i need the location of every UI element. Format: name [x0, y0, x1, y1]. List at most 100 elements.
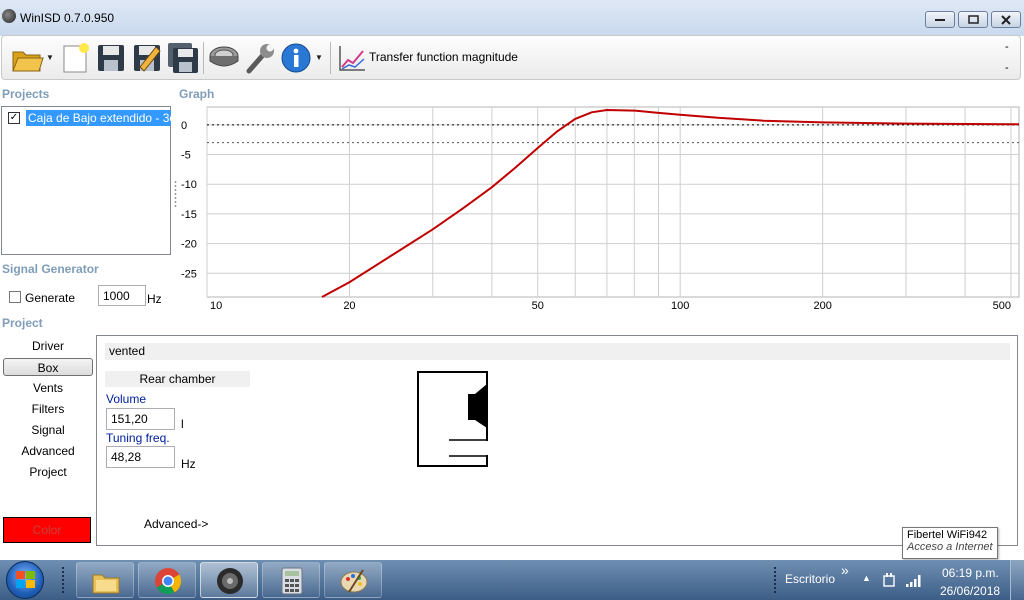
toolbar-dash-bottom: -: [1005, 62, 1009, 74]
project-color-button[interactable]: Color: [3, 517, 91, 543]
graph-type-button[interactable]: [335, 41, 369, 75]
generate-checkbox[interactable]: [9, 291, 21, 303]
nav-filters[interactable]: Filters: [3, 400, 93, 418]
graph-type-label[interactable]: Transfer function magnitude: [369, 50, 518, 64]
nav-advanced[interactable]: Advanced: [3, 442, 93, 460]
windows-taskbar: Escritorio » ▲ 06:19 p.m. 26/06/2018: [0, 560, 1024, 600]
box-type-selector[interactable]: vented: [105, 343, 1010, 360]
speaker-driver-icon: [209, 46, 239, 67]
rear-chamber-header: Rear chamber: [105, 371, 250, 387]
tuning-freq-input[interactable]: 48,28: [106, 446, 175, 468]
project-section-label: Project: [2, 316, 43, 330]
wrench-icon: [246, 44, 274, 74]
nav-box[interactable]: Box: [3, 358, 93, 376]
chrome-icon: [155, 568, 182, 595]
new-document-icon: [63, 43, 89, 73]
folder-icon: [92, 574, 120, 594]
project-name[interactable]: Caja de Bajo extendido - 3c: [26, 110, 171, 126]
open-dropdown-arrow[interactable]: ▼: [46, 53, 54, 62]
info-dropdown-arrow[interactable]: ▼: [315, 53, 323, 62]
minimize-button[interactable]: [925, 11, 955, 28]
volume-value: 151,20: [111, 412, 148, 426]
toolbar-separator: [203, 42, 204, 74]
x-tick-label: 50: [532, 300, 544, 312]
desktop-toolbar-label[interactable]: Escritorio: [785, 572, 835, 586]
box-settings-panel: vented Rear chamber Volume 151,20 l Tuni…: [96, 335, 1018, 546]
nav-project[interactable]: Project: [3, 463, 93, 481]
project-visible-checkbox[interactable]: ✓: [8, 112, 20, 124]
tuning-freq-label: Tuning freq.: [106, 431, 170, 445]
desktop-toolbar-chevron[interactable]: »: [841, 562, 849, 578]
paint-palette-icon: [340, 569, 368, 593]
y-tick-label: -15: [181, 209, 197, 221]
volume-label: Volume: [106, 392, 147, 406]
taskbar-winisd[interactable]: [200, 562, 258, 598]
tuning-freq-unit: Hz: [181, 457, 196, 471]
nav-driver[interactable]: Driver: [3, 337, 93, 355]
vented-box-diagram: [417, 371, 489, 467]
signal-frequency-value: 1000: [103, 288, 130, 303]
calculator-icon: [281, 567, 303, 595]
show-desktop-button[interactable]: [1010, 560, 1024, 600]
project-list-item[interactable]: ✓ Caja de Bajo extendido - 3c: [5, 110, 171, 126]
winisd-app-icon[interactable]: [2, 9, 16, 23]
toolbar-grip[interactable]: [773, 566, 777, 594]
taskbar-calculator[interactable]: [262, 562, 320, 598]
taskbar-paint[interactable]: [324, 562, 382, 598]
y-tick-label: -20: [181, 239, 197, 251]
y-tick-label: -25: [181, 268, 197, 280]
save-as-button[interactable]: [130, 41, 164, 75]
clock-time[interactable]: 06:19 p.m.: [942, 566, 999, 580]
save-icon: [98, 45, 124, 71]
power-plug-icon[interactable]: [881, 573, 897, 588]
save-all-icon: [168, 43, 198, 73]
driver-editor-button[interactable]: [207, 41, 241, 75]
generate-label: Generate: [25, 291, 76, 305]
y-tick-label: -10: [181, 179, 197, 191]
maximize-button[interactable]: [958, 11, 988, 28]
tooltip-network-status: Acceso a Internet: [907, 541, 993, 553]
signal-frequency-input[interactable]: 1000: [98, 285, 146, 306]
x-tick-label: 200: [813, 300, 831, 312]
options-button[interactable]: [243, 41, 277, 75]
nav-signal[interactable]: Signal: [3, 421, 93, 439]
taskbar-grip[interactable]: [61, 566, 65, 594]
info-icon: [281, 43, 311, 73]
new-project-button[interactable]: [58, 41, 92, 75]
taskbar-chrome[interactable]: [138, 562, 196, 598]
projects-list[interactable]: ✓ Caja de Bajo extendido - 3c: [1, 106, 171, 255]
x-tick-label: 500: [993, 300, 1011, 312]
restore-icon: [959, 12, 987, 27]
checkmark-icon: ✓: [9, 112, 19, 123]
plot-area: [206, 106, 1020, 298]
minimize-icon: [926, 12, 954, 27]
show-hidden-icons-arrow[interactable]: ▲: [862, 573, 871, 583]
close-button[interactable]: [991, 11, 1021, 28]
network-tooltip: Fibertel WiFi942 Acceso a Internet: [902, 527, 998, 559]
title-bar: WinISD 0.7.0.950: [0, 0, 1024, 36]
signal-generator-section-label: Signal Generator: [2, 262, 99, 276]
open-folder-icon: [12, 51, 44, 72]
save-button[interactable]: [94, 41, 128, 75]
clock-date[interactable]: 26/06/2018: [940, 584, 1000, 598]
volume-input[interactable]: 151,20: [106, 408, 175, 430]
toolbar-dash-top: -: [1005, 41, 1009, 53]
advanced-link[interactable]: Advanced->: [144, 517, 208, 531]
x-tick-label: 10: [210, 300, 222, 312]
speaker-icon: [217, 568, 243, 594]
about-info-button[interactable]: [279, 41, 313, 75]
tooltip-network-name: Fibertel WiFi942: [907, 529, 988, 541]
save-all-button[interactable]: [166, 41, 200, 75]
volume-unit: l: [181, 417, 184, 431]
start-button[interactable]: [6, 561, 44, 599]
taskbar-explorer[interactable]: [76, 562, 134, 598]
wifi-signal-icon[interactable]: [905, 573, 923, 588]
y-tick-label: 0: [181, 120, 187, 132]
main-toolbar: ▼ ▼ Transfer function magnitude - -: [1, 35, 1021, 80]
transfer-function-graph[interactable]: 0 -5 -10 -15 -20 -25 10 20 50 100 200 500: [172, 100, 1024, 315]
y-tick-label: -5: [181, 150, 191, 162]
open-folder-button[interactable]: [10, 41, 44, 75]
nav-vents[interactable]: Vents: [3, 379, 93, 397]
save-as-pencil-icon: [134, 45, 161, 72]
graph-section-label: Graph: [179, 87, 215, 101]
